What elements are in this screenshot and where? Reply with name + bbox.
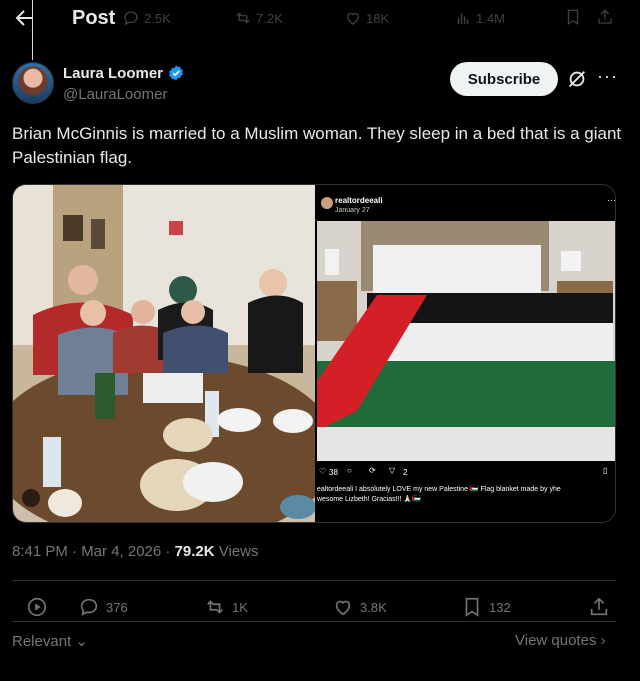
bookmark-button[interactable]: 132 — [461, 596, 511, 618]
grok-icon[interactable] — [566, 68, 588, 90]
chevron-down-icon: ⌄ — [75, 633, 88, 650]
play-circle-icon[interactable] — [26, 596, 48, 618]
post-time[interactable]: 8:41 PM · Mar 4, 2026 · — [12, 543, 175, 560]
family-photo-illustration — [13, 185, 315, 522]
instagram-caption: ealtordeeali I absolutely LOVE my new Pa… — [317, 485, 615, 505]
subscribe-button[interactable]: Subscribe — [450, 62, 558, 96]
instagram-shares: 2 — [403, 468, 408, 477]
more-options-icon[interactable]: ··· — [597, 66, 618, 87]
back-arrow-icon[interactable] — [12, 6, 36, 30]
ghost-repost-count: 7.2K — [234, 9, 283, 27]
views-count: 79.2K — [174, 543, 215, 560]
instagram-avatar — [321, 197, 333, 209]
view-quotes-link[interactable]: View quotes › — [515, 632, 606, 649]
bookmark-icon — [567, 9, 579, 26]
ghost-reply-value: 2.5K — [144, 10, 171, 26]
repost-icon — [236, 12, 250, 24]
play-button[interactable] — [26, 596, 48, 618]
author-name[interactable]: Laura Loomer — [63, 65, 163, 82]
share-button[interactable] — [588, 596, 610, 618]
reply-count: 376 — [106, 599, 128, 615]
verified-badge-icon — [169, 65, 183, 81]
instagram-comment-icon: ○ — [347, 466, 352, 475]
instagram-repost-icon: ⟳ — [369, 466, 376, 475]
instagram-screenshot[interactable]: realtordeeali January 27 ··· ♡ 38 ○ ⟳ ▽ … — [317, 185, 616, 522]
bookmark-icon — [465, 597, 479, 617]
chevron-right-icon: › — [600, 632, 606, 649]
like-count: 3.8K — [360, 599, 387, 615]
repost-button[interactable]: 1K — [204, 596, 248, 618]
instagram-stats: ♡ 38 ○ ⟳ ▽ 2 ▯ — [317, 465, 615, 481]
view-quotes-label: View quotes — [515, 632, 597, 649]
ghost-like-value: 18K — [366, 10, 390, 26]
like-button[interactable]: 3.8K — [332, 596, 387, 618]
heart-icon — [347, 12, 359, 25]
page-title: Post — [72, 7, 116, 29]
author-avatar[interactable] — [12, 62, 54, 104]
family-photo[interactable] — [13, 185, 315, 522]
instagram-username: realtordeeali — [335, 196, 383, 205]
instagram-more-icon: ··· — [607, 195, 616, 205]
ghost-like-count: 18K — [344, 9, 389, 27]
instagram-save-icon: ▯ — [603, 466, 608, 475]
instagram-header: realtordeeali January 27 ··· — [317, 193, 616, 223]
instagram-date: January 27 — [335, 207, 370, 214]
share-icon — [590, 597, 608, 616]
sort-relevant-label: Relevant — [12, 633, 72, 650]
instagram-send-icon: ▽ — [389, 466, 396, 475]
sort-relevant-dropdown[interactable]: Relevant ⌄ — [12, 632, 88, 650]
instagram-heart-icon: ♡ — [319, 467, 327, 476]
reply-icon — [124, 11, 138, 26]
repost-icon — [207, 600, 223, 614]
share-icon — [598, 9, 612, 24]
post-timestamp: 8:41 PM · Mar 4, 2026 · 79.2K Views — [12, 543, 259, 560]
flag-bed-illustration — [317, 221, 615, 461]
author-name-row[interactable]: Laura Loomer — [63, 64, 185, 82]
views-label: Views — [214, 543, 259, 560]
reply-icon — [80, 598, 98, 616]
author-handle[interactable]: @LauraLoomer — [63, 86, 167, 103]
views-icon — [457, 13, 469, 24]
bookmark-count: 132 — [489, 599, 511, 615]
instagram-caption-line-2: wesome Lizbeth! Gracias!!! 🙏🏻🇵🇸 — [317, 496, 421, 503]
media-container[interactable]: realtordeeali January 27 ··· ♡ 38 ○ ⟳ ▽ … — [12, 184, 616, 523]
heart-icon — [335, 600, 351, 616]
instagram-likes: 38 — [329, 468, 338, 477]
ghost-view-value: 1.4M — [476, 10, 505, 26]
divider-top — [12, 580, 616, 581]
ghost-view-count: 1.4M — [454, 9, 505, 27]
tweet-text: Brian McGinnis is married to a Muslim wo… — [12, 124, 622, 167]
reply-button[interactable]: 376 — [78, 596, 128, 618]
instagram-caption-line-1: ealtordeeali I absolutely LOVE my new Pa… — [317, 486, 561, 493]
divider-bottom — [12, 621, 616, 622]
top-bar: Post 2.5K 7.2K 18K 1.4M — [0, 0, 640, 60]
ghost-repost-value: 7.2K — [256, 10, 283, 26]
repost-count: 1K — [232, 599, 248, 615]
ghost-reply-count: 2.5K — [122, 9, 171, 27]
